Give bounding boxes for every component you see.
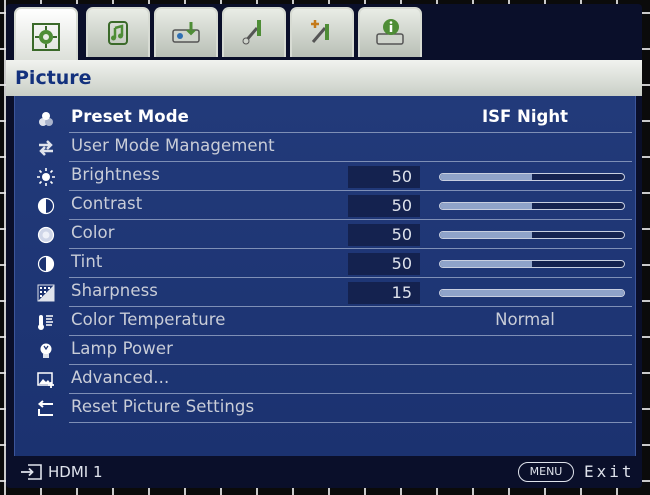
brightness-icon (37, 168, 55, 186)
setup-basic-icon (242, 20, 261, 45)
preset-mode-value[interactable]: ISF Night (420, 107, 630, 126)
menu-item-label: Color (71, 223, 115, 242)
menu-item-label: Advanced... (71, 368, 170, 387)
menu-item-label: Preset Mode (71, 107, 189, 126)
menu-item-reset-picture-settings[interactable]: Reset Picture Settings (15, 394, 635, 423)
title-bar: Picture (6, 60, 642, 96)
brightness-slider[interactable] (439, 173, 625, 181)
color-icon (37, 226, 55, 244)
menu-item-label: Reset Picture Settings (71, 397, 255, 416)
setup-advanced-icon (311, 20, 329, 43)
input-source-icon (21, 464, 42, 480)
display-settings-icon (172, 22, 200, 43)
osd-menu: Picture Preset Mode ISF Night User Mode … (6, 4, 642, 488)
contrast-value: 50 (348, 195, 420, 217)
menu-item-label: Brightness (71, 165, 160, 184)
contrast-icon (37, 197, 55, 215)
slider-fill (440, 290, 624, 296)
slider-fill (440, 261, 532, 267)
menu-item-label: Sharpness (71, 281, 159, 300)
tab-setup-advanced[interactable] (290, 7, 354, 57)
menu-item-advanced[interactable]: Advanced... (15, 365, 635, 394)
tint-slider[interactable] (439, 260, 625, 268)
status-bar: HDMI 1 MENU Exit (6, 456, 642, 488)
tab-picture[interactable] (14, 7, 78, 65)
menu-item-label: Contrast (71, 194, 143, 213)
menu-item-tint[interactable]: Tint 50 (15, 249, 635, 278)
menu-item-contrast[interactable]: Contrast 50 (15, 191, 635, 220)
advanced-icon (37, 371, 55, 389)
exit-label: Exit (584, 462, 635, 481)
menu-item-label: Tint (71, 252, 103, 271)
slider-fill (440, 232, 532, 238)
menu-item-preset-mode[interactable]: Preset Mode ISF Night (15, 104, 635, 133)
menu-item-label: User Mode Management (71, 136, 275, 155)
information-icon (376, 19, 404, 45)
contrast-slider[interactable] (439, 202, 625, 210)
menu-item-lamp-power[interactable]: Lamp Power (15, 336, 635, 365)
sharpness-icon (37, 284, 55, 302)
picture-settings-icon (32, 23, 60, 51)
row-divider (69, 422, 632, 423)
sharpness-slider[interactable] (439, 289, 625, 297)
tab-setup-basic[interactable] (222, 7, 286, 57)
tab-information[interactable] (358, 7, 422, 57)
tint-value: 50 (348, 253, 420, 275)
menu-item-label: Lamp Power (71, 339, 173, 358)
sharpness-value: 15 (348, 282, 420, 304)
color-value: 50 (348, 224, 420, 246)
lamp-power-icon (37, 342, 55, 360)
audio-settings-icon (108, 21, 128, 45)
menu-item-sharpness[interactable]: Sharpness 15 (15, 278, 635, 307)
color-temperature-icon (37, 313, 55, 331)
reset-icon (37, 400, 55, 418)
menu-item-color-temperature[interactable]: Color Temperature Normal (15, 307, 635, 336)
menu-item-user-mode-management[interactable]: User Mode Management (15, 133, 635, 162)
tab-display[interactable] (154, 7, 218, 57)
menu-panel: Preset Mode ISF Night User Mode Manageme… (14, 96, 636, 456)
preset-mode-icon (37, 110, 55, 128)
color-slider[interactable] (439, 231, 625, 239)
slider-fill (440, 174, 532, 180)
tint-icon (37, 255, 55, 273)
input-source-label: HDMI 1 (48, 463, 103, 481)
brightness-value: 50 (348, 166, 420, 188)
slider-fill (440, 203, 532, 209)
menu-item-color[interactable]: Color 50 (15, 220, 635, 249)
color-temperature-value[interactable]: Normal (420, 310, 630, 329)
menu-key-badge[interactable]: MENU (518, 462, 574, 482)
menu-item-brightness[interactable]: Brightness 50 (15, 162, 635, 191)
page-title: Picture (15, 67, 92, 89)
tab-strip (6, 4, 642, 65)
tab-audio[interactable] (86, 7, 150, 57)
user-mode-icon (37, 139, 55, 157)
menu-item-label: Color Temperature (71, 310, 226, 329)
